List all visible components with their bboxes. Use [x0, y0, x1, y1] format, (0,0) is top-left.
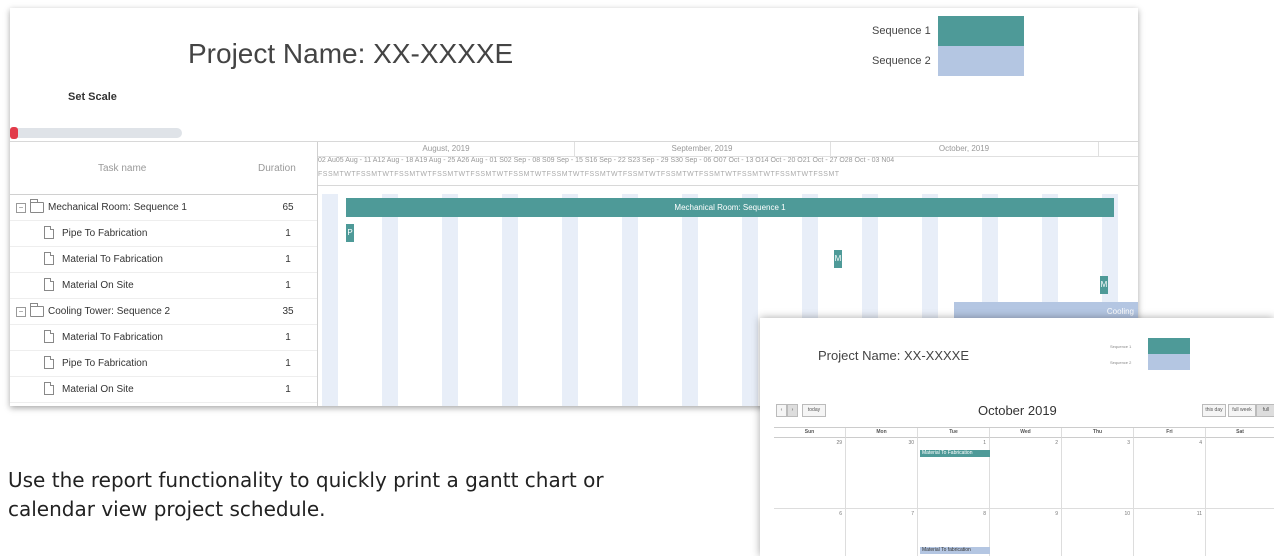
month-label: October, 2019	[938, 144, 990, 153]
month-scale: August, 2019 September, 2019 October, 20…	[318, 142, 1138, 157]
task-duration: 1	[285, 280, 291, 291]
calendar-day-cell[interactable]	[1206, 438, 1274, 509]
collapse-icon[interactable]: −	[16, 203, 26, 213]
task-name: Material To Fabrication	[62, 332, 163, 343]
weekday-header: Thu	[1062, 428, 1134, 438]
calendar-day-cell[interactable]: 11	[1134, 509, 1206, 556]
month-label: August, 2019	[422, 144, 470, 153]
task-name: Material On Site	[62, 280, 134, 291]
calendar-day-cell[interactable]: 1	[918, 438, 990, 509]
task-row[interactable]: Material On Site 1	[10, 377, 317, 403]
weekday-header: Sun	[774, 428, 846, 438]
calendar-month-title: October 2019	[978, 403, 1057, 418]
task-duration: 1	[285, 254, 291, 265]
task-bar-mechanical-room[interactable]: Mechanical Room: Sequence 1	[346, 198, 1114, 217]
calendar-day-cell[interactable]: 10	[1062, 509, 1134, 556]
task-row[interactable]: Material On Site 1	[10, 273, 317, 299]
calendar-grid: Sun Mon Tue Wed Thu Fri Sat 29 30 1 2 3 …	[774, 427, 1274, 556]
file-icon	[44, 382, 54, 395]
task-row[interactable]: Pipe To Fabrication 1	[10, 221, 317, 247]
task-grid: Task name Duration − Mechanical Room: Se…	[10, 142, 318, 406]
view-week-button[interactable]: full week	[1228, 404, 1256, 417]
weekday-header: Wed	[990, 428, 1062, 438]
calendar-event[interactable]: Material To fabrication	[920, 547, 990, 554]
calendar-legend-swatch	[1148, 354, 1190, 370]
calendar-legend-swatch	[1148, 338, 1190, 354]
month-label: September, 2019	[671, 144, 733, 153]
task-name: Pipe To Fabrication	[62, 228, 148, 239]
calendar-day-cell[interactable]: 3	[1062, 438, 1134, 509]
file-icon	[44, 252, 54, 265]
calendar-day-cell[interactable]: 9	[990, 509, 1062, 556]
scale-slider[interactable]	[10, 128, 182, 138]
weekday-header: Tue	[918, 428, 990, 438]
weekday-header: Mon	[846, 428, 918, 438]
legend-label-sequence-2: Sequence 2	[872, 55, 931, 67]
scale-slider-handle[interactable]	[10, 127, 18, 139]
calendar-event[interactable]: Material To Fabrication	[920, 450, 990, 457]
calendar-day-cell[interactable]: 29	[774, 438, 846, 509]
calendar-day-cell[interactable]: 30	[846, 438, 918, 509]
calendar-legend-label: Sequence 2	[1110, 360, 1132, 365]
set-scale-label: Set Scale	[68, 91, 117, 103]
legend-swatch-sequence-1	[938, 16, 1024, 46]
caption-line: calendar view project schedule.	[8, 497, 326, 521]
task-duration: 1	[285, 384, 291, 395]
task-row[interactable]: Pipe To Fabrication 1	[10, 351, 317, 377]
view-day-button[interactable]: this day	[1202, 404, 1226, 417]
task-row[interactable]: − Mechanical Room: Sequence 1 65	[10, 195, 317, 221]
column-header-duration[interactable]: Duration	[258, 163, 296, 174]
legend-swatch-sequence-2	[938, 46, 1024, 76]
task-duration: 1	[285, 332, 291, 343]
task-name: Pipe To Fabrication	[62, 358, 148, 369]
caption-text: Use the report functionality to quickly …	[8, 466, 748, 524]
column-header-task-name[interactable]: Task name	[98, 163, 146, 174]
file-icon	[44, 278, 54, 291]
task-row[interactable]: Material To Fabrication 1	[10, 247, 317, 273]
task-bar-material-to-fabrication[interactable]: M	[834, 250, 842, 268]
task-row[interactable]: − Cooling Tower: Sequence 2 35	[10, 299, 317, 325]
weekday-header: Fri	[1134, 428, 1206, 438]
folder-icon	[30, 199, 44, 213]
folder-icon	[30, 303, 44, 317]
caption-line: Use the report functionality to quickly …	[8, 468, 604, 492]
view-month-button[interactable]: full	[1256, 404, 1274, 417]
file-icon	[44, 356, 54, 369]
task-name: Material On Site	[62, 384, 134, 395]
collapse-icon[interactable]: −	[16, 307, 26, 317]
task-bar-pipe-to-fabrication[interactable]: P	[346, 224, 354, 242]
task-name: Mechanical Room: Sequence 1	[48, 202, 187, 213]
task-duration: 35	[282, 306, 294, 317]
calendar-day-cell[interactable]: 4	[1134, 438, 1206, 509]
file-icon	[44, 226, 54, 239]
task-duration: 65	[282, 202, 294, 213]
task-name: Cooling Tower: Sequence 2	[48, 306, 171, 317]
task-name: Material To Fabrication	[62, 254, 163, 265]
calendar-day-cell[interactable]: 6	[774, 509, 846, 556]
calendar-legend-label: Sequence 1	[1110, 344, 1132, 349]
calendar-day-cell[interactable]	[1206, 509, 1274, 556]
prev-month-button[interactable]: ‹	[776, 404, 787, 417]
today-button[interactable]: today	[802, 404, 826, 417]
calendar-day-cell[interactable]: 2	[990, 438, 1062, 509]
calendar-project-title: Project Name: XX-XXXXE	[818, 348, 969, 363]
weekday-header: Sat	[1206, 428, 1274, 438]
task-row[interactable]: Material To Fabrication 1	[10, 325, 317, 351]
file-icon	[44, 330, 54, 343]
week-scale: 02 Au05 Aug - 11 A12 Aug - 18 A19 Aug - …	[318, 157, 895, 164]
task-bar-material-on-site[interactable]: M	[1100, 276, 1108, 294]
task-duration: 1	[285, 228, 291, 239]
day-scale: FSSMTWTFSSMTWTFSSMTWTFSSMTWTFSSMTWTFSSMT…	[318, 171, 1138, 186]
calendar-panel: Project Name: XX-XXXXE Sequence 1 Sequen…	[760, 318, 1274, 556]
legend-label-sequence-1: Sequence 1	[872, 25, 931, 37]
calendar-day-cell[interactable]: 7	[846, 509, 918, 556]
next-month-button[interactable]: ›	[787, 404, 798, 417]
project-title: Project Name: XX-XXXXE	[188, 38, 514, 69]
task-duration: 1	[285, 358, 291, 369]
task-grid-header: Task name Duration	[10, 142, 317, 195]
